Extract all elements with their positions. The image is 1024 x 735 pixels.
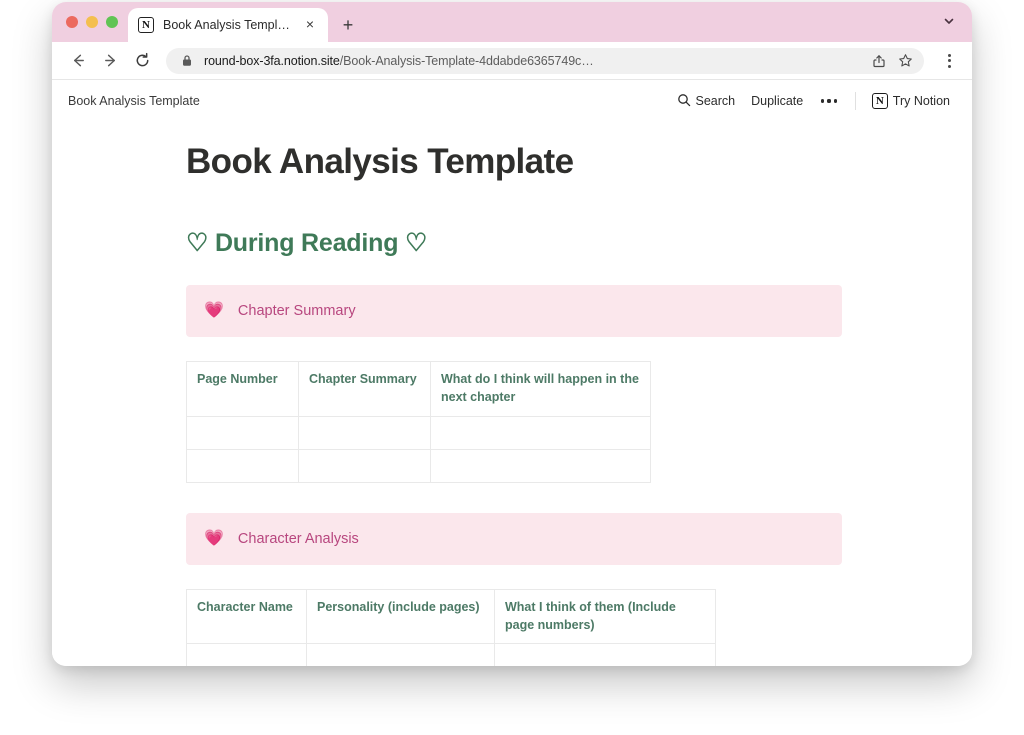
callout-character-analysis[interactable]: 💗 Character Analysis <box>186 512 842 565</box>
close-icon[interactable]: × <box>302 17 318 33</box>
window-maximize-button[interactable] <box>106 16 118 28</box>
try-notion-label: Try Notion <box>892 94 950 108</box>
search-icon <box>677 93 691 110</box>
kebab-menu-icon[interactable] <box>936 47 962 75</box>
table-header-row: Character Name Personality (include page… <box>186 588 716 645</box>
chapter-summary-table[interactable]: Page Number Chapter Summary What do I th… <box>186 361 651 483</box>
callout-chapter-summary[interactable]: 💗 Chapter Summary <box>186 285 842 338</box>
window-minimize-button[interactable] <box>86 16 98 28</box>
column-header-character-name[interactable]: Character Name <box>186 588 307 645</box>
table-cell[interactable] <box>306 643 495 666</box>
browser-tab-strip: N Book Analysis Template × + <box>52 2 972 42</box>
reload-icon[interactable] <box>128 47 156 75</box>
share-icon[interactable] <box>870 52 888 70</box>
table-cell[interactable] <box>186 448 299 483</box>
column-header-chapter-summary[interactable]: Chapter Summary <box>298 361 431 417</box>
search-button-label: Search <box>695 94 736 108</box>
browser-tab-title: Book Analysis Template <box>163 18 293 32</box>
search-button[interactable]: Search <box>677 93 736 110</box>
column-header-personality[interactable]: Personality (include pages) <box>306 588 495 645</box>
url-path: /Book-Analysis-Template-4ddabde6365749c… <box>339 53 594 68</box>
browser-toolbar: round-box-3fa.notion.site/Book-Analysis-… <box>52 42 972 80</box>
character-analysis-table[interactable]: Character Name Personality (include page… <box>186 588 716 666</box>
section-heading-during-reading: ♡ During Reading ♡ <box>186 229 428 258</box>
table-row[interactable] <box>186 448 651 483</box>
duplicate-button[interactable]: Duplicate <box>751 94 803 108</box>
try-notion-button[interactable]: N Try Notion <box>871 93 950 109</box>
growing-heart-emoji: 💗 <box>204 302 224 320</box>
table-cell[interactable] <box>494 643 716 666</box>
table-cell[interactable] <box>186 415 299 450</box>
table-row[interactable] <box>186 643 716 666</box>
url-host: round-box-3fa.notion.site <box>204 53 340 68</box>
notion-page: Book Analysis Template Search Duplicate <box>52 80 972 666</box>
notion-topbar: Book Analysis Template Search Duplicate <box>52 80 972 122</box>
table-cell[interactable] <box>430 415 651 450</box>
table-cell[interactable] <box>298 415 431 450</box>
new-tab-button[interactable]: + <box>334 8 362 42</box>
table-row[interactable] <box>186 415 651 450</box>
forward-arrow-icon[interactable] <box>96 47 124 75</box>
column-header-next-chapter-prediction[interactable]: What do I think will happen in the next … <box>430 361 651 417</box>
duplicate-button-label: Duplicate <box>751 94 804 108</box>
callout-chapter-summary-label: Chapter Summary <box>237 303 356 320</box>
browser-tab[interactable]: N Book Analysis Template × <box>128 8 328 42</box>
table-cell[interactable] <box>430 448 651 483</box>
table-cell[interactable] <box>298 448 431 483</box>
star-icon[interactable] <box>896 52 914 70</box>
column-header-page-number[interactable]: Page Number <box>186 361 299 417</box>
table-cell[interactable] <box>186 643 307 666</box>
table-header-row: Page Number Chapter Summary What do I th… <box>186 361 651 417</box>
page-title: Book Analysis Template <box>186 142 574 181</box>
traffic-lights <box>60 2 128 42</box>
address-bar[interactable]: round-box-3fa.notion.site/Book-Analysis-… <box>166 47 924 74</box>
window-close-button[interactable] <box>66 16 78 28</box>
callout-character-analysis-label: Character Analysis <box>237 530 359 547</box>
notion-topbar-actions: Search Duplicate N Try Notion <box>677 92 950 110</box>
divider <box>854 92 856 110</box>
lock-icon <box>178 52 196 70</box>
more-options-button[interactable] <box>819 97 839 104</box>
breadcrumb[interactable]: Book Analysis Template <box>68 94 200 108</box>
notion-logo-icon: N <box>138 17 154 33</box>
column-header-opinion[interactable]: What I think of them (Include page numbe… <box>494 588 716 645</box>
chevron-down-icon[interactable] <box>940 12 958 30</box>
growing-heart-emoji: 💗 <box>204 529 224 547</box>
address-bar-url: round-box-3fa.notion.site/Book-Analysis-… <box>204 54 862 68</box>
notion-logo-icon: N <box>871 93 888 109</box>
back-arrow-icon[interactable] <box>64 47 92 75</box>
notion-content: Book Analysis Template ♡ During Reading … <box>52 122 972 666</box>
browser-window: N Book Analysis Template × + round-box-3… <box>52 2 972 666</box>
